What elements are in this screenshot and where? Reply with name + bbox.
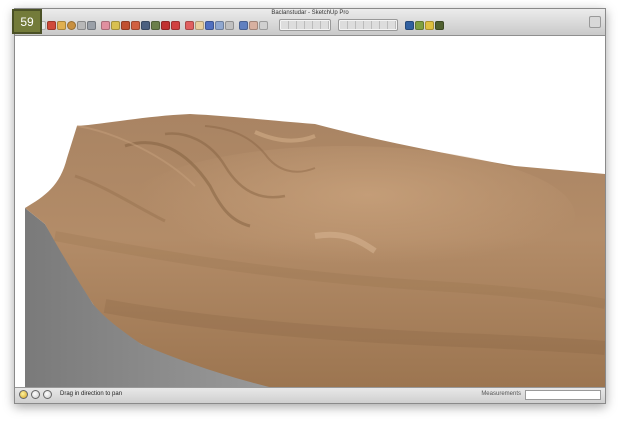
status-bar: Drag in direction to pan Measurements bbox=[15, 387, 605, 403]
axes-icon[interactable] bbox=[225, 20, 234, 30]
help-icon[interactable] bbox=[43, 390, 52, 399]
orbit-icon[interactable] bbox=[239, 20, 248, 30]
toolbar-group-views bbox=[279, 19, 331, 31]
toolbar-group-styles bbox=[338, 19, 398, 31]
xray-icon[interactable] bbox=[348, 21, 356, 29]
title-bar[interactable]: Baclanstudar - SketchUp Pro bbox=[15, 9, 605, 36]
move-icon[interactable] bbox=[131, 20, 140, 30]
tape-measure-icon[interactable] bbox=[185, 20, 194, 30]
iso-view-icon[interactable] bbox=[305, 21, 313, 29]
pan-icon[interactable] bbox=[249, 20, 258, 30]
window-title: Baclanstudar - SketchUp Pro bbox=[271, 10, 349, 16]
shaded-icon[interactable] bbox=[372, 21, 380, 29]
wireframe-icon[interactable] bbox=[356, 21, 364, 29]
screenshot-stage: 59 Baclanstudar - SketchUp Pro Drag in d… bbox=[0, 0, 620, 424]
page-number-badge: 59 bbox=[12, 9, 42, 34]
arc-icon[interactable] bbox=[77, 20, 86, 30]
layers-icon[interactable] bbox=[435, 20, 444, 30]
status-message: Drag in direction to pan bbox=[60, 391, 123, 397]
pencil-icon[interactable] bbox=[47, 20, 56, 30]
circle-icon[interactable] bbox=[67, 20, 76, 30]
measurements-field[interactable] bbox=[525, 390, 601, 400]
top-view-icon[interactable] bbox=[313, 21, 321, 29]
toolbar-group-edit bbox=[101, 20, 180, 30]
credits-icon[interactable] bbox=[31, 390, 40, 399]
sketchup-window: Baclanstudar - SketchUp Pro Drag in dire… bbox=[14, 8, 606, 404]
eraser-icon[interactable] bbox=[101, 20, 110, 30]
toolbar-group-model bbox=[405, 20, 444, 30]
dimension-icon[interactable] bbox=[195, 20, 204, 30]
offset-icon[interactable] bbox=[171, 20, 180, 30]
protractor-icon[interactable] bbox=[205, 20, 214, 30]
terrain-highlight bbox=[115, 146, 575, 286]
toolbar-group-camera bbox=[239, 20, 268, 30]
hidden-line-icon[interactable] bbox=[364, 21, 372, 29]
text-icon[interactable] bbox=[215, 20, 224, 30]
section-plane-icon[interactable] bbox=[425, 20, 434, 30]
geo-location-icon[interactable] bbox=[19, 390, 28, 399]
front-view-icon[interactable] bbox=[321, 21, 329, 29]
follow-me-icon[interactable] bbox=[161, 20, 170, 30]
rectangle-icon[interactable] bbox=[57, 20, 66, 30]
paint-bucket-icon[interactable] bbox=[111, 20, 120, 30]
toolbar-group-draw bbox=[37, 20, 96, 30]
page-number: 59 bbox=[20, 15, 34, 29]
toolbar-toggle-button[interactable] bbox=[589, 16, 601, 28]
zoom-window-icon[interactable] bbox=[281, 21, 289, 29]
polygon-icon[interactable] bbox=[87, 20, 96, 30]
textured-icon[interactable] bbox=[380, 21, 388, 29]
standard-views-icon[interactable] bbox=[297, 21, 305, 29]
terrain-model bbox=[25, 114, 605, 387]
zoom-icon[interactable] bbox=[259, 20, 268, 30]
components-icon[interactable] bbox=[415, 20, 424, 30]
scale-icon[interactable] bbox=[151, 20, 160, 30]
rotate-icon[interactable] bbox=[141, 20, 150, 30]
shadows-icon[interactable] bbox=[405, 20, 414, 30]
zoom-extents-icon[interactable] bbox=[289, 21, 297, 29]
push-pull-icon[interactable] bbox=[121, 20, 130, 30]
measurements-label: Measurements bbox=[481, 391, 521, 397]
monochrome-icon[interactable] bbox=[388, 21, 396, 29]
toolbar-group-construct bbox=[185, 20, 234, 30]
styles-icon[interactable] bbox=[340, 21, 348, 29]
main-toolbar bbox=[37, 18, 448, 32]
model-viewport[interactable] bbox=[15, 36, 605, 387]
